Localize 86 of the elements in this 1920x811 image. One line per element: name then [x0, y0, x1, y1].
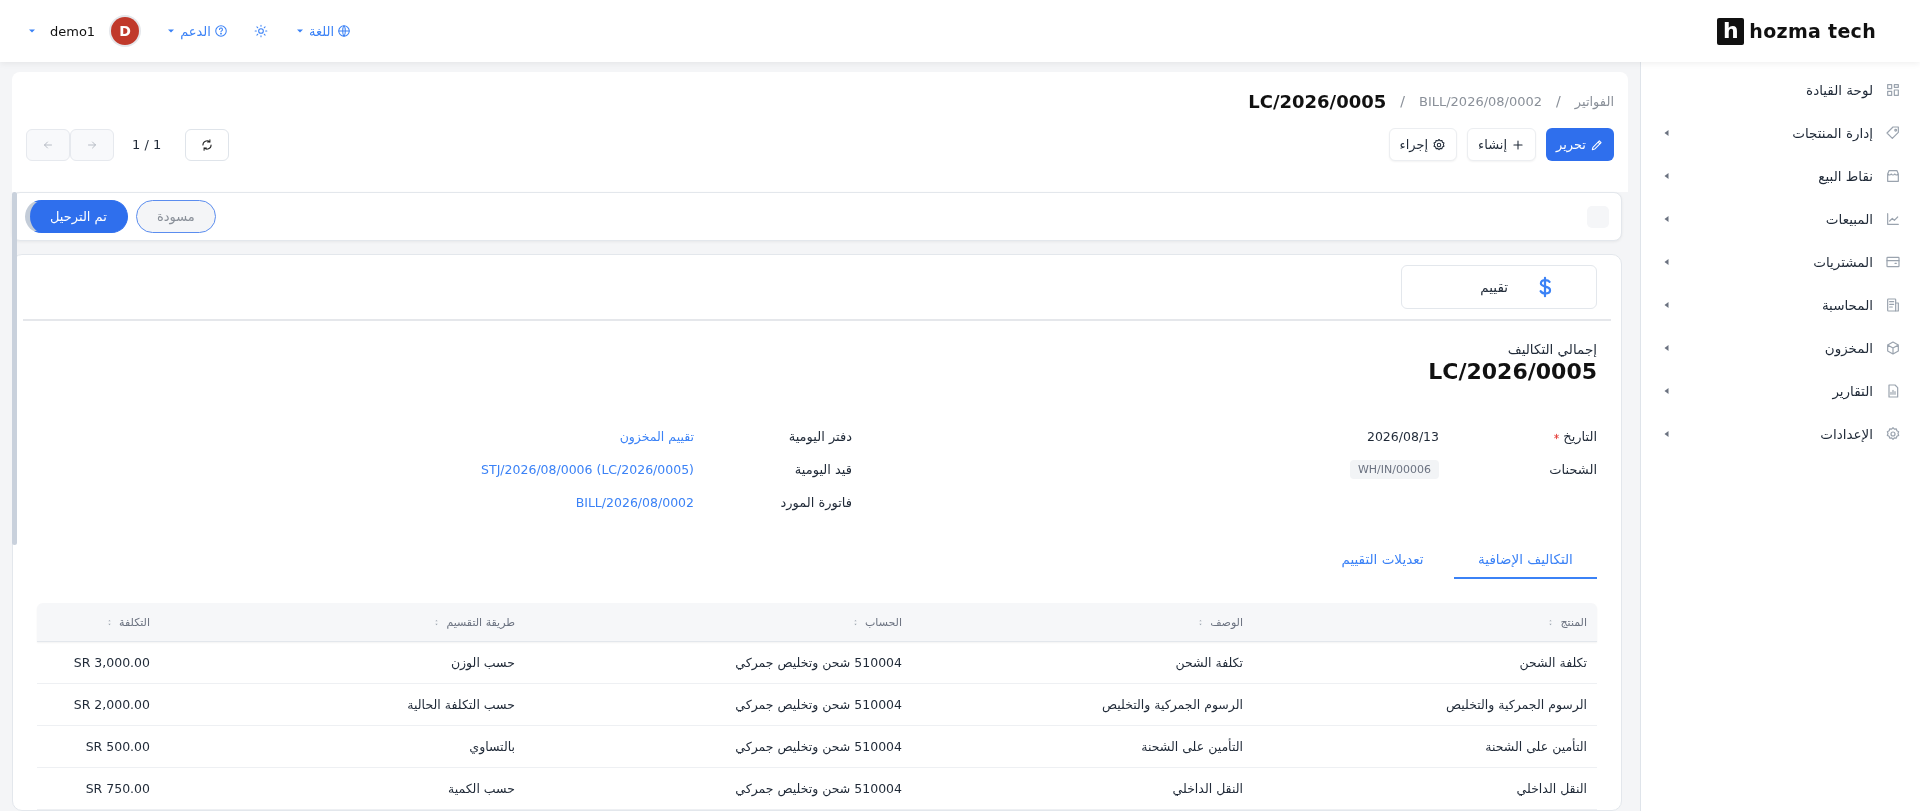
- language-menu[interactable]: اللغة: [293, 23, 352, 39]
- table-cell-text: النقل الداخلي: [1515, 781, 1588, 796]
- table-cell-text: 510004 شحن وتخليص جمركي: [734, 697, 903, 712]
- table-cell-text: SR 3,000.00: [72, 655, 151, 670]
- support-menu[interactable]: الدعم: [165, 23, 228, 39]
- report-icon: [1885, 382, 1901, 399]
- store-icon: [1885, 167, 1901, 184]
- pencil-icon: [1590, 137, 1604, 152]
- sun-icon: [253, 24, 268, 38]
- table-cell-text: SR 750.00: [84, 781, 151, 796]
- sidebar-item[interactable]: إدارة المنتجات: [1641, 111, 1920, 154]
- tab[interactable]: التكاليف الإضافية: [1454, 541, 1597, 579]
- table-cell-text: تكلفة الشحن: [1174, 655, 1244, 670]
- column-header[interactable]: التكلفة: [119, 615, 150, 629]
- sidebar-item[interactable]: التقارير: [1641, 369, 1920, 412]
- column-header[interactable]: الحساب: [864, 615, 902, 629]
- status-step[interactable]: مسودة: [135, 200, 216, 233]
- breadcrumb-link[interactable]: BILL/2026/08/0002: [1419, 93, 1543, 109]
- field-label: قيد اليومية: [794, 462, 852, 477]
- breadcrumb-separator: /: [1556, 93, 1561, 109]
- field-label: فاتورة المورد: [780, 495, 852, 510]
- create-button[interactable]: إنشاء: [1467, 128, 1536, 161]
- breadcrumb-link[interactable]: الفواتير: [1574, 93, 1614, 109]
- table-cell-text: حسب الوزن: [449, 655, 516, 670]
- sidebar-item[interactable]: لوحة القيادة: [1641, 68, 1920, 111]
- table-cell-text: حسب التكلفة الحالية: [406, 697, 516, 712]
- field-link[interactable]: STJ/2026/08/0006 (LC/2026/0005): [481, 462, 694, 477]
- table-cell-text: النقل الداخلي: [1171, 781, 1244, 796]
- field-label: التاريخ: [1563, 429, 1597, 444]
- table-cell-text: حسب الكمية: [447, 781, 516, 796]
- table-cell-text: SR 2,000.00: [72, 697, 151, 712]
- globe-icon: [337, 24, 352, 38]
- table-cell-text: 510004 شحن وتخليص جمركي: [734, 739, 903, 754]
- shipment-tag[interactable]: WH/IN/00006: [1349, 460, 1439, 479]
- sidebar-item[interactable]: نقاط البيع: [1641, 154, 1920, 197]
- sidebar-item[interactable]: الإعدادات: [1641, 412, 1920, 455]
- scrollbar-thumb[interactable]: [12, 192, 17, 545]
- gear-icon: [1432, 137, 1447, 152]
- page-title: LC/2026/0005: [1248, 90, 1387, 112]
- field-label: الشحنات: [1549, 462, 1597, 477]
- record-title: LC/2026/0005: [1427, 359, 1597, 384]
- theme-toggle[interactable]: [253, 24, 268, 38]
- sidebar-item[interactable]: المبيعات: [1641, 197, 1920, 240]
- column-header[interactable]: طريقة التقسيم: [446, 615, 515, 629]
- plus-icon: [1511, 137, 1525, 152]
- pager-counter: 1 / 1: [132, 137, 162, 152]
- table-cell-text: 510004 شحن وتخليص جمركي: [734, 781, 903, 796]
- sidebar-item[interactable]: المشتريات: [1641, 240, 1920, 283]
- refresh-button[interactable]: [185, 128, 230, 161]
- table-cell-text: SR 500.00: [84, 739, 151, 754]
- table-cell-text: بالتساوي: [468, 739, 516, 754]
- logo-text: hozma tech: [1749, 20, 1876, 42]
- action-button[interactable]: إجراء: [1388, 128, 1458, 161]
- document-icon: [1885, 296, 1901, 313]
- box-icon: [1885, 339, 1901, 356]
- help-icon: [213, 24, 228, 38]
- table-cell-text: الرسوم الجمركية والتخليص: [1444, 697, 1588, 712]
- edit-button[interactable]: تحرير: [1546, 128, 1614, 161]
- sidebar-item[interactable]: المحاسبة: [1641, 283, 1920, 326]
- sidebar-item[interactable]: المخزون: [1641, 326, 1920, 369]
- record-caption: إجمالي التكاليف: [1506, 341, 1597, 357]
- field-value: 2026/08/13: [1366, 429, 1439, 444]
- line-chart-icon: [1885, 210, 1901, 227]
- arrow-left-icon: [42, 138, 54, 151]
- gear-icon: [1885, 425, 1901, 442]
- table-cell-text: الرسوم الجمركية والتخليص: [1100, 697, 1244, 712]
- status-step[interactable]: تم الترحيل: [25, 200, 128, 233]
- column-header[interactable]: المنتج: [1560, 615, 1587, 629]
- table-cell-text: 510004 شحن وتخليص جمركي: [734, 655, 903, 670]
- table-cell-text: التأمين على الشحنة: [1140, 739, 1244, 754]
- tab[interactable]: تعديلات التقييم: [1311, 541, 1454, 579]
- column-header[interactable]: الوصف: [1210, 615, 1243, 629]
- table-cell-text: التأمين على الشحنة: [1484, 739, 1588, 754]
- valuation-button[interactable]: تقييم: [1401, 265, 1597, 309]
- grid-icon: [1885, 81, 1901, 98]
- field-link[interactable]: BILL/2026/08/0002: [575, 495, 694, 510]
- user-avatar[interactable]: D: [111, 17, 140, 45]
- breadcrumb-separator: /: [1400, 93, 1405, 109]
- logo-mark: h: [1717, 17, 1745, 45]
- refresh-icon: [200, 137, 215, 152]
- field-label: دفتر اليومية: [788, 429, 852, 444]
- tag-icon: [1885, 124, 1901, 141]
- arrow-right-icon: [86, 138, 98, 151]
- field-link[interactable]: تقييم المخزون: [619, 429, 694, 444]
- table-cell-text: تكلفة الشحن: [1518, 655, 1588, 670]
- user-menu[interactable]: demo1: [26, 23, 96, 39]
